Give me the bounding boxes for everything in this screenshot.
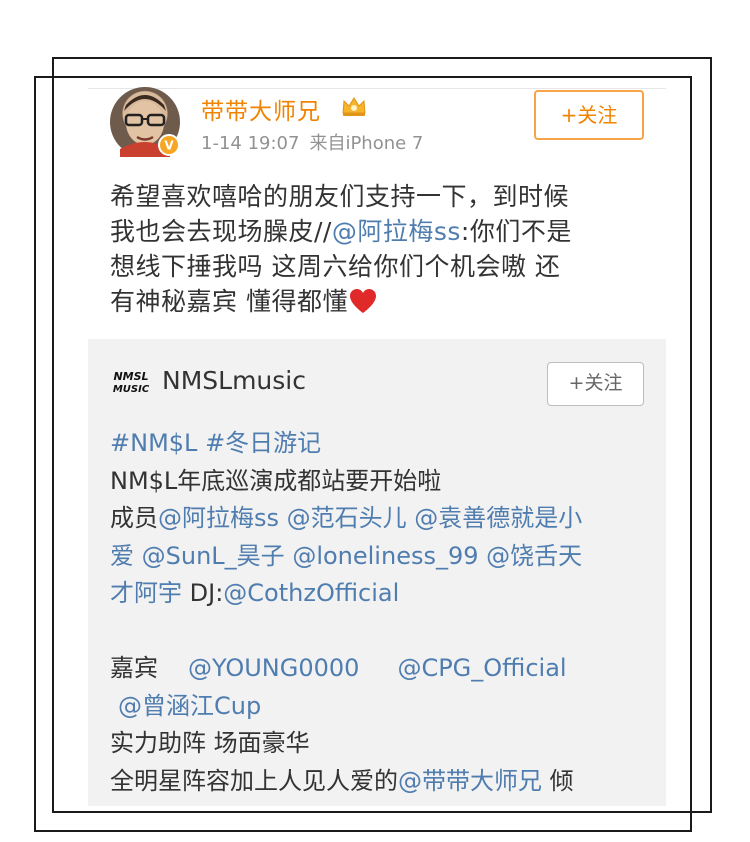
repost-author-name[interactable]: NMSLmusic [162, 366, 306, 395]
repost-line: 实力助阵 场面豪华 [110, 729, 310, 757]
post-line: 想线下捶我吗 这周六给你们个机会嗷 还 [110, 252, 561, 281]
verified-badge-icon: V [158, 134, 180, 156]
post-line: 有神秘嘉宾 懂得都懂 [110, 284, 640, 319]
repost-text: #NM$L #冬日游记 NM$L年底巡演成都站要开始啦 成员@阿拉梅ss @范石… [110, 425, 640, 800]
repost-line: 全明星阵容加上人见人爱的@带带大师兄 倾 [110, 763, 640, 801]
text-span: DJ: [182, 579, 224, 607]
text-span: 有神秘嘉宾 懂得都懂 [110, 287, 348, 316]
mention-link[interactable]: @CPG_Official [397, 654, 566, 682]
mention-link[interactable]: @带带大师兄 [398, 767, 542, 795]
topic-link[interactable]: #NM$L [110, 429, 197, 457]
text-span: 成员 [110, 504, 158, 532]
mention-link[interactable]: @阿拉梅ss [158, 504, 279, 532]
topic-link[interactable]: #冬日游记 [205, 429, 321, 457]
mention-link[interactable]: @loneliness_99 [292, 542, 478, 570]
mention-link[interactable]: 才阿宇 [110, 579, 182, 607]
post-text: 希望喜欢嘻哈的朋友们支持一下，到时候 我也会去现场臊皮//@阿拉梅ss:你们不是… [110, 179, 640, 319]
post-time: 1-14 19:07 [201, 133, 300, 154]
repost-line: 嘉宾 @YOUNG0000 @CPG_Official [110, 650, 640, 688]
repost-line: 才阿宇 DJ:@CothzOfficial [110, 575, 640, 613]
follow-button[interactable]: +关注 [534, 90, 644, 140]
crown-vip-icon[interactable] [341, 95, 367, 117]
nmsl-logo-icon: NMSL MUSIC [113, 370, 150, 395]
text-span: :你们不是 [460, 217, 572, 246]
author-name[interactable]: 带带大师兄 [201, 92, 321, 126]
repost-line: @曾涵江Cup [110, 688, 640, 726]
svg-text:NMSL: NMSL [113, 370, 148, 383]
post-source[interactable]: 来自iPhone 7 [309, 133, 423, 154]
mention-link[interactable]: 爱 [110, 542, 134, 570]
repost-line: NM$L年底巡演成都站要开始啦 [110, 466, 442, 495]
text-span: 全明星阵容加上人见人爱的 [110, 766, 398, 795]
svg-text:V: V [164, 139, 174, 153]
post-line: 希望喜欢嘻哈的朋友们支持一下，到时候 [110, 182, 570, 211]
text-span: 倾 [542, 766, 574, 795]
text-span: 嘉宾 [110, 654, 158, 682]
mention-link[interactable]: @SunL_昊子 [142, 542, 285, 570]
mention-link[interactable]: @范石头儿 [287, 504, 407, 532]
post-meta: 1-14 19:07 来自iPhone 7 [201, 129, 423, 155]
mention-link[interactable]: @YOUNG0000 [188, 654, 359, 682]
mention-link[interactable]: @CothzOfficial [223, 579, 399, 607]
mention-link[interactable]: @饶舌天 [486, 542, 582, 570]
mention-link[interactable]: @袁善德就是小 [414, 504, 582, 532]
mention-link[interactable]: @阿拉梅ss [332, 217, 461, 246]
post-line: 我也会去现场臊皮//@阿拉梅ss:你们不是 [110, 214, 640, 249]
repost-line: 爱 @SunL_昊子 @loneliness_99 @饶舌天 [110, 538, 640, 576]
red-heart-icon [349, 289, 376, 313]
weibo-post-card: V 带带大师兄 1-14 19:07 来自iPhone 7 +关注 希望喜欢嘻哈的… [88, 84, 666, 806]
svg-text:MUSIC: MUSIC [113, 384, 150, 395]
repost-line: 成员@阿拉梅ss @范石头儿 @袁善德就是小 [110, 500, 640, 538]
mention-link[interactable]: @曾涵江Cup [118, 692, 261, 720]
reposted-card[interactable]: NMSL MUSIC NMSLmusic +关注 #NM$L #冬日游记 NM$… [88, 339, 666, 806]
repost-line: #NM$L #冬日游记 [110, 425, 640, 463]
text-span: 我也会去现场臊皮// [110, 217, 332, 246]
repost-follow-button[interactable]: +关注 [547, 362, 644, 406]
